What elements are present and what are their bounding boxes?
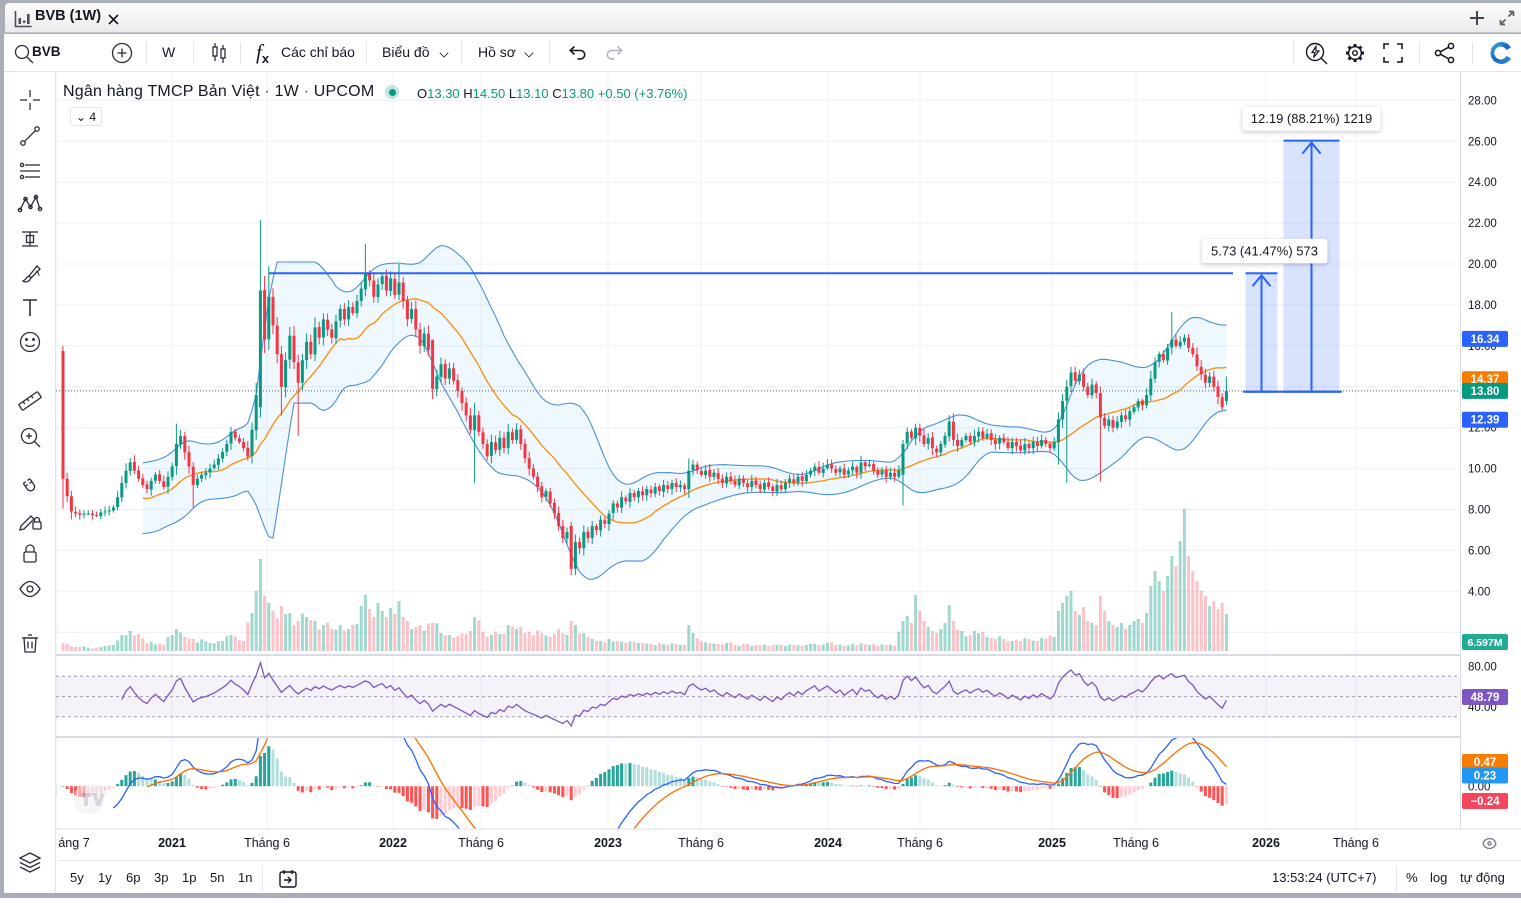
svg-text:0.47: 0.47 [1474, 757, 1496, 769]
svg-text:12.19 (88.21%) 1219: 12.19 (88.21%) 1219 [1251, 111, 1372, 126]
svg-text:24.00: 24.00 [1468, 177, 1497, 189]
svg-text:26.00: 26.00 [1468, 136, 1497, 148]
svg-text:16.34: 16.34 [1471, 334, 1500, 346]
svg-text:Tháng 6: Tháng 6 [244, 836, 290, 850]
svg-text:Tháng 6: Tháng 6 [678, 836, 724, 850]
svg-text:−0.24: −0.24 [1470, 796, 1500, 808]
svg-text:10.00: 10.00 [1468, 464, 1497, 476]
svg-text:12.39: 12.39 [1471, 415, 1500, 427]
svg-text:13.80: 13.80 [1471, 386, 1500, 398]
svg-text:22.00: 22.00 [1468, 218, 1497, 230]
svg-text:4.00: 4.00 [1468, 586, 1490, 598]
svg-text:20.00: 20.00 [1468, 259, 1497, 271]
svg-text:2022: 2022 [379, 836, 407, 850]
svg-text:48.79: 48.79 [1471, 692, 1500, 704]
svg-text:2023: 2023 [594, 836, 622, 850]
svg-text:Tháng 6: Tháng 6 [458, 836, 504, 850]
svg-text:5.73 (41.47%) 573: 5.73 (41.47%) 573 [1211, 244, 1318, 259]
svg-text:0.23: 0.23 [1474, 771, 1496, 783]
svg-text:2021: 2021 [158, 836, 186, 850]
svg-text:2025: 2025 [1038, 836, 1066, 850]
svg-text:Tháng 6: Tháng 6 [1333, 836, 1379, 850]
svg-text:80.00: 80.00 [1468, 662, 1497, 674]
svg-text:Tháng 6: Tháng 6 [897, 836, 943, 850]
svg-text:2026: 2026 [1252, 836, 1280, 850]
svg-text:8.00: 8.00 [1468, 505, 1490, 517]
svg-text:áng 7: áng 7 [58, 836, 89, 850]
svg-text:18.00: 18.00 [1468, 300, 1497, 312]
svg-text:6.597M: 6.597M [1467, 637, 1502, 649]
svg-text:6.00: 6.00 [1468, 545, 1490, 557]
svg-text:28.00: 28.00 [1468, 95, 1497, 107]
svg-text:Tháng 6: Tháng 6 [1113, 836, 1159, 850]
svg-text:2024: 2024 [814, 836, 842, 850]
